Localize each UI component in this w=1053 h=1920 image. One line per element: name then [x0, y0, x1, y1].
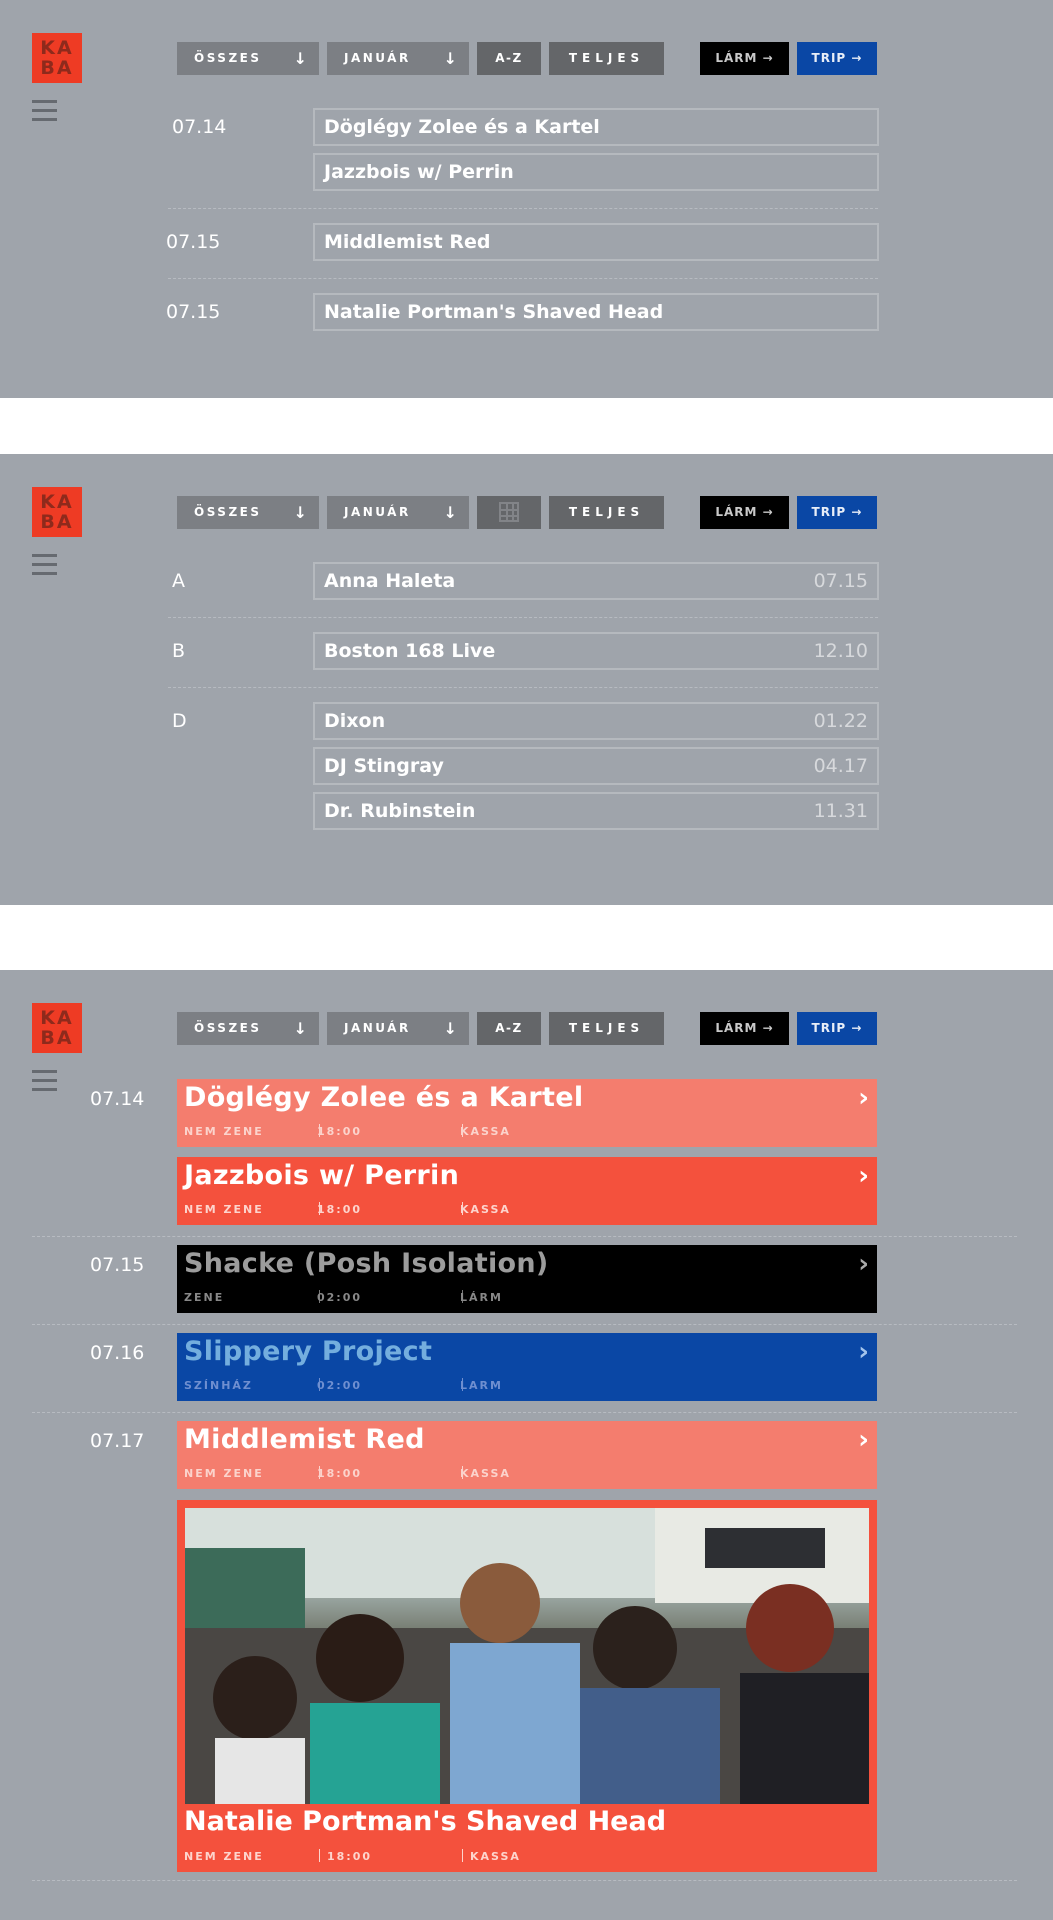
event-item[interactable]: Döglégy Zolee és a Kartel	[313, 108, 879, 146]
event-venue: KASSA	[460, 1467, 511, 1480]
event-genre: NEM ZENE	[184, 1203, 264, 1216]
month-select[interactable]: JANUÁR ↓	[327, 42, 469, 75]
trip-link[interactable]: TRIP →	[797, 42, 877, 75]
hamburger-menu-icon[interactable]	[32, 100, 57, 122]
event-card[interactable]: Shacke (Posh Isolation) › ZENE 02:00 LÁR…	[177, 1245, 877, 1313]
event-card[interactable]: Döglégy Zolee és a Kartel › NEM ZENE 18:…	[177, 1079, 877, 1147]
month-select[interactable]: JANUÁR ↓	[327, 496, 469, 529]
event-list-panel-full: KA BA ÖSSZES ↓ JANUÁR ↓ A-Z TELJES LÁRM → T…	[0, 970, 1053, 1920]
chevron-right-icon: ›	[858, 1425, 869, 1455]
event-time: 02:00	[317, 1379, 363, 1392]
larm-link[interactable]: LÁRM →	[700, 496, 789, 529]
event-title: Slippery Project	[184, 1336, 433, 1367]
event-card[interactable]: Slippery Project › SZÍNHÁZ 02:00 LARM	[177, 1333, 877, 1401]
event-title: Middlemist Red	[184, 1424, 425, 1455]
event-title: Natalie Portman's Shaved Head	[184, 1806, 667, 1837]
event-item[interactable]: Boston 168 Live 12.10	[313, 632, 879, 670]
group-letter: A	[172, 570, 185, 592]
divider	[32, 1324, 1017, 1325]
divider	[32, 1412, 1017, 1413]
event-title: Shacke (Posh Isolation)	[184, 1248, 549, 1279]
chevron-right-icon: ›	[858, 1161, 869, 1191]
group-letter: D	[172, 710, 187, 732]
divider	[168, 687, 878, 688]
event-card[interactable]: Jazzbois w/ Perrin › NEM ZENE 18:00 KASS…	[177, 1157, 877, 1225]
event-card[interactable]: Middlemist Red › NEM ZENE 18:00 KASSA	[177, 1421, 877, 1489]
arrow-down-icon: ↓	[443, 49, 457, 68]
group-date: 07.16	[90, 1342, 145, 1364]
event-time: 18:00	[317, 1467, 363, 1480]
event-time: 02:00	[317, 1291, 363, 1304]
event-time: 18:00	[317, 1203, 363, 1216]
event-list-panel-az: KA BA ÖSSZES ↓ JANUÁR ↓ TELJES LÁRM → TRIP …	[0, 454, 1053, 905]
event-venue: LÁRM	[460, 1291, 503, 1304]
event-venue: KASSA	[470, 1850, 521, 1863]
arrow-down-icon: ↓	[293, 503, 307, 522]
category-select[interactable]: ÖSSZES ↓	[177, 496, 319, 529]
divider	[168, 617, 878, 618]
hamburger-menu-icon[interactable]	[32, 1070, 57, 1092]
event-venue: KASSA	[460, 1203, 511, 1216]
event-venue: LARM	[460, 1379, 503, 1392]
group-date: 07.14	[172, 116, 227, 138]
chevron-right-icon: ›	[858, 1083, 869, 1113]
trip-link[interactable]: TRIP →	[797, 1012, 877, 1045]
event-title: Döglégy Zolee és a Kartel	[184, 1082, 584, 1113]
event-venue: KASSA	[460, 1125, 511, 1138]
month-select[interactable]: JANUÁR ↓	[327, 1012, 469, 1045]
group-date: 07.15	[90, 1254, 145, 1276]
group-date: 07.14	[90, 1088, 145, 1110]
hamburger-menu-icon[interactable]	[32, 554, 57, 576]
toolbar: ÖSSZES ↓ JANUÁR ↓ A-Z TELJES LÁRM → TRIP →	[0, 42, 1053, 75]
category-select[interactable]: ÖSSZES ↓	[177, 1012, 319, 1045]
full-view-button[interactable]: TELJES	[549, 1012, 664, 1045]
event-list-panel-date: KA BA ÖSSZES ↓ JANUÁR ↓ A-Z TELJES LÁRM → T…	[0, 0, 1053, 398]
divider	[168, 208, 878, 209]
event-item[interactable]: Dr. Rubinstein 11.31	[313, 792, 879, 830]
event-genre: NEM ZENE	[184, 1467, 264, 1480]
chevron-right-icon: ›	[858, 1337, 869, 1367]
az-sort-button[interactable]: A-Z	[477, 42, 541, 75]
event-item[interactable]: Middlemist Red	[313, 223, 879, 261]
event-time: 18:00	[317, 1125, 363, 1138]
event-time: 18:00	[327, 1850, 373, 1863]
event-item[interactable]: Dixon 01.22	[313, 702, 879, 740]
group-letter: B	[172, 640, 186, 662]
event-item[interactable]: Natalie Portman's Shaved Head	[313, 293, 879, 331]
full-view-button[interactable]: TELJES	[549, 496, 664, 529]
event-item[interactable]: Jazzbois w/ Perrin	[313, 153, 879, 191]
arrow-down-icon: ↓	[443, 503, 457, 522]
band-photo	[185, 1508, 869, 1804]
arrow-down-icon: ↓	[293, 1019, 307, 1038]
group-date: 07.17	[90, 1430, 145, 1452]
event-title: Jazzbois w/ Perrin	[184, 1160, 460, 1191]
event-genre: ZENE	[184, 1291, 225, 1304]
divider	[32, 1880, 1017, 1881]
toolbar: ÖSSZES ↓ JANUÁR ↓ A-Z TELJES LÁRM → TRIP →	[0, 1012, 1053, 1045]
grid-icon	[499, 502, 519, 522]
event-genre: NEM ZENE	[184, 1125, 264, 1138]
divider	[168, 278, 878, 279]
az-sort-button[interactable]: A-Z	[477, 1012, 541, 1045]
larm-link[interactable]: LÁRM →	[700, 1012, 789, 1045]
chevron-right-icon: ›	[858, 1249, 869, 1279]
arrow-down-icon: ↓	[443, 1019, 457, 1038]
arrow-down-icon: ↓	[293, 49, 307, 68]
featured-event-card[interactable]: Natalie Portman's Shaved Head NEM ZENE 1…	[177, 1500, 877, 1872]
group-date: 07.15	[166, 301, 221, 323]
event-item[interactable]: Anna Haleta 07.15	[313, 562, 879, 600]
larm-link[interactable]: LÁRM →	[700, 42, 789, 75]
full-view-button[interactable]: TELJES	[549, 42, 664, 75]
event-item[interactable]: DJ Stingray 04.17	[313, 747, 879, 785]
toolbar: ÖSSZES ↓ JANUÁR ↓ TELJES LÁRM → TRIP →	[0, 496, 1053, 529]
event-genre: SZÍNHÁZ	[184, 1379, 253, 1392]
trip-link[interactable]: TRIP →	[797, 496, 877, 529]
grid-view-button[interactable]	[477, 496, 541, 529]
category-select[interactable]: ÖSSZES ↓	[177, 42, 319, 75]
event-genre: NEM ZENE	[184, 1850, 264, 1863]
divider	[32, 1236, 1017, 1237]
group-date: 07.15	[166, 231, 221, 253]
